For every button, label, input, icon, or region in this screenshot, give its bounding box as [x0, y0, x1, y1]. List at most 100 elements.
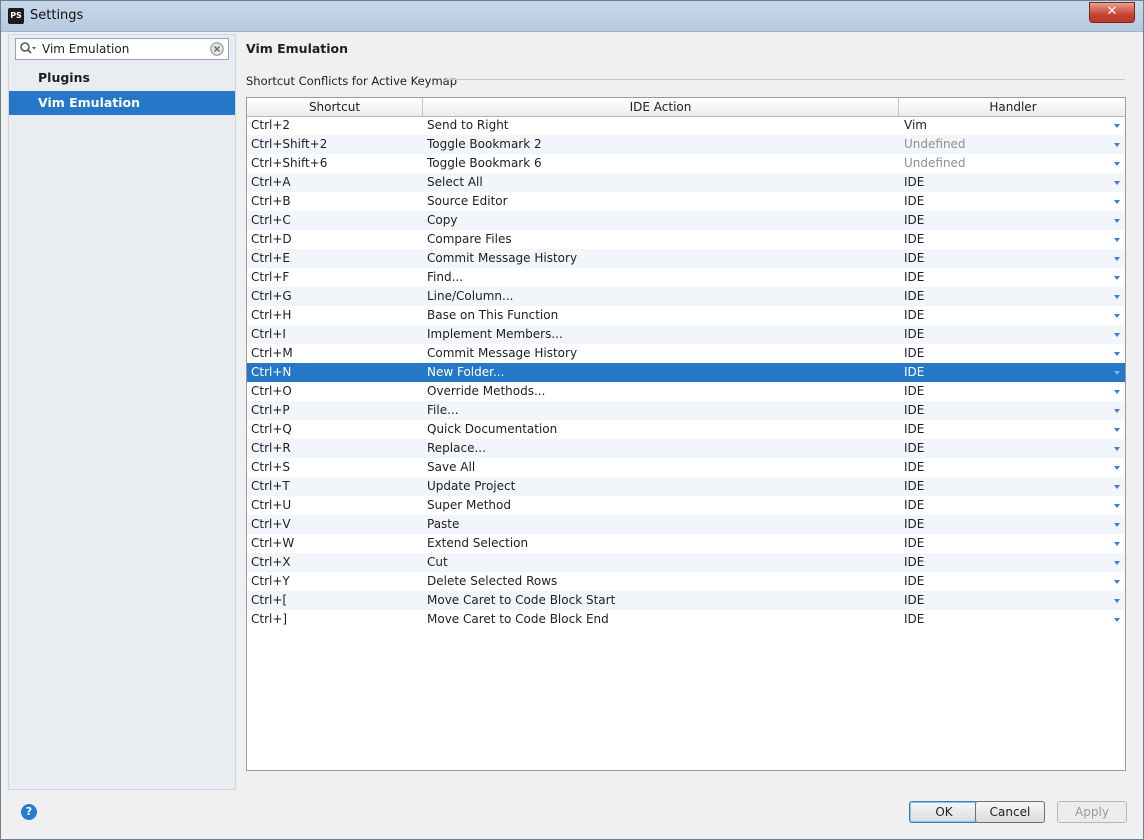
dropdown-arrow-icon[interactable]: [1114, 333, 1120, 337]
handler-dropdown[interactable]: IDE: [904, 477, 1104, 496]
dropdown-arrow-icon[interactable]: [1114, 181, 1120, 185]
table-row[interactable]: Ctrl+Shift+6 Toggle Bookmark 6 Undefined: [247, 154, 1125, 173]
settings-search-box[interactable]: [15, 38, 229, 60]
handler-dropdown[interactable]: IDE: [904, 610, 1104, 629]
title-bar[interactable]: PS Settings ✕: [1, 1, 1143, 32]
column-header-ide-action[interactable]: IDE Action: [423, 98, 899, 116]
table-row[interactable]: Ctrl+P File... IDE: [247, 401, 1125, 420]
table-row[interactable]: Ctrl+W Extend Selection IDE: [247, 534, 1125, 553]
handler-dropdown[interactable]: Undefined: [904, 154, 1104, 173]
dropdown-arrow-icon[interactable]: [1114, 295, 1120, 299]
handler-dropdown[interactable]: IDE: [904, 363, 1104, 382]
dropdown-arrow-icon[interactable]: [1114, 390, 1120, 394]
table-row[interactable]: Ctrl+2 Send to Right Vim: [247, 116, 1125, 135]
dropdown-arrow-icon[interactable]: [1114, 219, 1120, 223]
handler-dropdown[interactable]: IDE: [904, 572, 1104, 591]
table-row[interactable]: Ctrl+C Copy IDE: [247, 211, 1125, 230]
handler-dropdown[interactable]: IDE: [904, 325, 1104, 344]
shortcut-conflicts-table: Shortcut IDE Action Handler Ctrl+2 Send t…: [246, 97, 1126, 771]
handler-dropdown[interactable]: IDE: [904, 287, 1104, 306]
dropdown-arrow-icon[interactable]: [1114, 523, 1120, 527]
table-row[interactable]: Ctrl+Q Quick Documentation IDE: [247, 420, 1125, 439]
search-input[interactable]: [42, 41, 202, 57]
dropdown-arrow-icon[interactable]: [1114, 428, 1120, 432]
dropdown-arrow-icon[interactable]: [1114, 409, 1120, 413]
handler-dropdown[interactable]: IDE: [904, 591, 1104, 610]
table-row[interactable]: Ctrl+R Replace... IDE: [247, 439, 1125, 458]
table-row[interactable]: Ctrl+Shift+2 Toggle Bookmark 2 Undefined: [247, 135, 1125, 154]
handler-dropdown[interactable]: IDE: [904, 173, 1104, 192]
table-row[interactable]: Ctrl+I Implement Members... IDE: [247, 325, 1125, 344]
table-row[interactable]: Ctrl+B Source Editor IDE: [247, 192, 1125, 211]
help-icon[interactable]: ?: [21, 804, 37, 820]
dropdown-arrow-icon[interactable]: [1114, 618, 1120, 622]
search-icon[interactable]: [19, 41, 37, 57]
apply-button[interactable]: Apply: [1057, 801, 1127, 823]
dropdown-arrow-icon[interactable]: [1114, 238, 1120, 242]
table-row[interactable]: Ctrl+G Line/Column... IDE: [247, 287, 1125, 306]
dropdown-arrow-icon[interactable]: [1114, 124, 1120, 128]
cancel-button[interactable]: Cancel: [975, 801, 1045, 823]
dropdown-arrow-icon[interactable]: [1114, 466, 1120, 470]
handler-dropdown[interactable]: IDE: [904, 458, 1104, 477]
shortcut-cell: Ctrl+E: [251, 251, 290, 265]
dropdown-arrow-icon[interactable]: [1114, 143, 1120, 147]
table-row[interactable]: Ctrl+Y Delete Selected Rows IDE: [247, 572, 1125, 591]
table-row[interactable]: Ctrl+E Commit Message History IDE: [247, 249, 1125, 268]
dropdown-arrow-icon[interactable]: [1114, 485, 1120, 489]
handler-dropdown[interactable]: Undefined: [904, 135, 1104, 154]
dropdown-arrow-icon[interactable]: [1114, 257, 1120, 261]
handler-dropdown[interactable]: Vim: [904, 116, 1104, 135]
table-row[interactable]: Ctrl+[Move Caret to Code Block Start IDE: [247, 591, 1125, 610]
dropdown-arrow-icon[interactable]: [1114, 504, 1120, 508]
handler-dropdown[interactable]: IDE: [904, 268, 1104, 287]
table-row[interactable]: Ctrl+U Super Method IDE: [247, 496, 1125, 515]
table-row[interactable]: Ctrl+X Cut IDE: [247, 553, 1125, 572]
dropdown-arrow-icon[interactable]: [1114, 352, 1120, 356]
handler-dropdown[interactable]: IDE: [904, 249, 1104, 268]
handler-dropdown[interactable]: IDE: [904, 420, 1104, 439]
sidebar-item-vim-emulation[interactable]: Vim Emulation: [9, 91, 235, 115]
dropdown-arrow-icon[interactable]: [1114, 447, 1120, 451]
close-button[interactable]: ✕: [1089, 2, 1135, 23]
handler-dropdown[interactable]: IDE: [904, 534, 1104, 553]
handler-dropdown[interactable]: IDE: [904, 192, 1104, 211]
table-row[interactable]: Ctrl+D Compare Files IDE: [247, 230, 1125, 249]
column-header-shortcut[interactable]: Shortcut: [247, 98, 423, 116]
table-row[interactable]: Ctrl+V Paste IDE: [247, 515, 1125, 534]
handler-dropdown[interactable]: IDE: [904, 401, 1104, 420]
table-row[interactable]: Ctrl+F Find... IDE: [247, 268, 1125, 287]
dropdown-arrow-icon[interactable]: [1114, 580, 1120, 584]
handler-dropdown[interactable]: IDE: [904, 344, 1104, 363]
table-row[interactable]: Ctrl+M Commit Message History IDE: [247, 344, 1125, 363]
handler-dropdown[interactable]: IDE: [904, 439, 1104, 458]
handler-dropdown[interactable]: IDE: [904, 306, 1104, 325]
dropdown-arrow-icon[interactable]: [1114, 599, 1120, 603]
shortcut-cell: Ctrl+Q: [251, 422, 292, 436]
handler-dropdown[interactable]: IDE: [904, 496, 1104, 515]
dropdown-arrow-icon[interactable]: [1114, 561, 1120, 565]
table-row[interactable]: Ctrl+H Base on This Function IDE: [247, 306, 1125, 325]
ok-button[interactable]: OK: [909, 801, 979, 823]
dropdown-arrow-icon[interactable]: [1114, 162, 1120, 166]
table-row[interactable]: Ctrl+S Save All IDE: [247, 458, 1125, 477]
table-body: Ctrl+2 Send to Right Vim Ctrl+Shift+2 Toggle…: [247, 116, 1125, 629]
table-row[interactable]: Ctrl+A Select All IDE: [247, 173, 1125, 192]
dropdown-arrow-icon[interactable]: [1114, 542, 1120, 546]
handler-dropdown[interactable]: IDE: [904, 553, 1104, 572]
table-row[interactable]: Ctrl+T Update Project IDE: [247, 477, 1125, 496]
handler-dropdown[interactable]: IDE: [904, 211, 1104, 230]
table-row[interactable]: Ctrl+O Override Methods... IDE: [247, 382, 1125, 401]
handler-dropdown[interactable]: IDE: [904, 382, 1104, 401]
clear-search-icon[interactable]: [210, 42, 224, 56]
dropdown-arrow-icon[interactable]: [1114, 276, 1120, 280]
handler-dropdown[interactable]: IDE: [904, 230, 1104, 249]
dropdown-arrow-icon[interactable]: [1114, 371, 1120, 375]
column-header-handler[interactable]: Handler: [899, 98, 1125, 116]
dropdown-arrow-icon[interactable]: [1114, 200, 1120, 204]
sidebar-item-plugins[interactable]: Plugins: [9, 66, 235, 90]
table-row[interactable]: Ctrl+N New Folder... IDE: [247, 363, 1125, 382]
handler-dropdown[interactable]: IDE: [904, 515, 1104, 534]
table-row[interactable]: Ctrl+] Move Caret to Code Block End IDE: [247, 610, 1125, 629]
dropdown-arrow-icon[interactable]: [1114, 314, 1120, 318]
